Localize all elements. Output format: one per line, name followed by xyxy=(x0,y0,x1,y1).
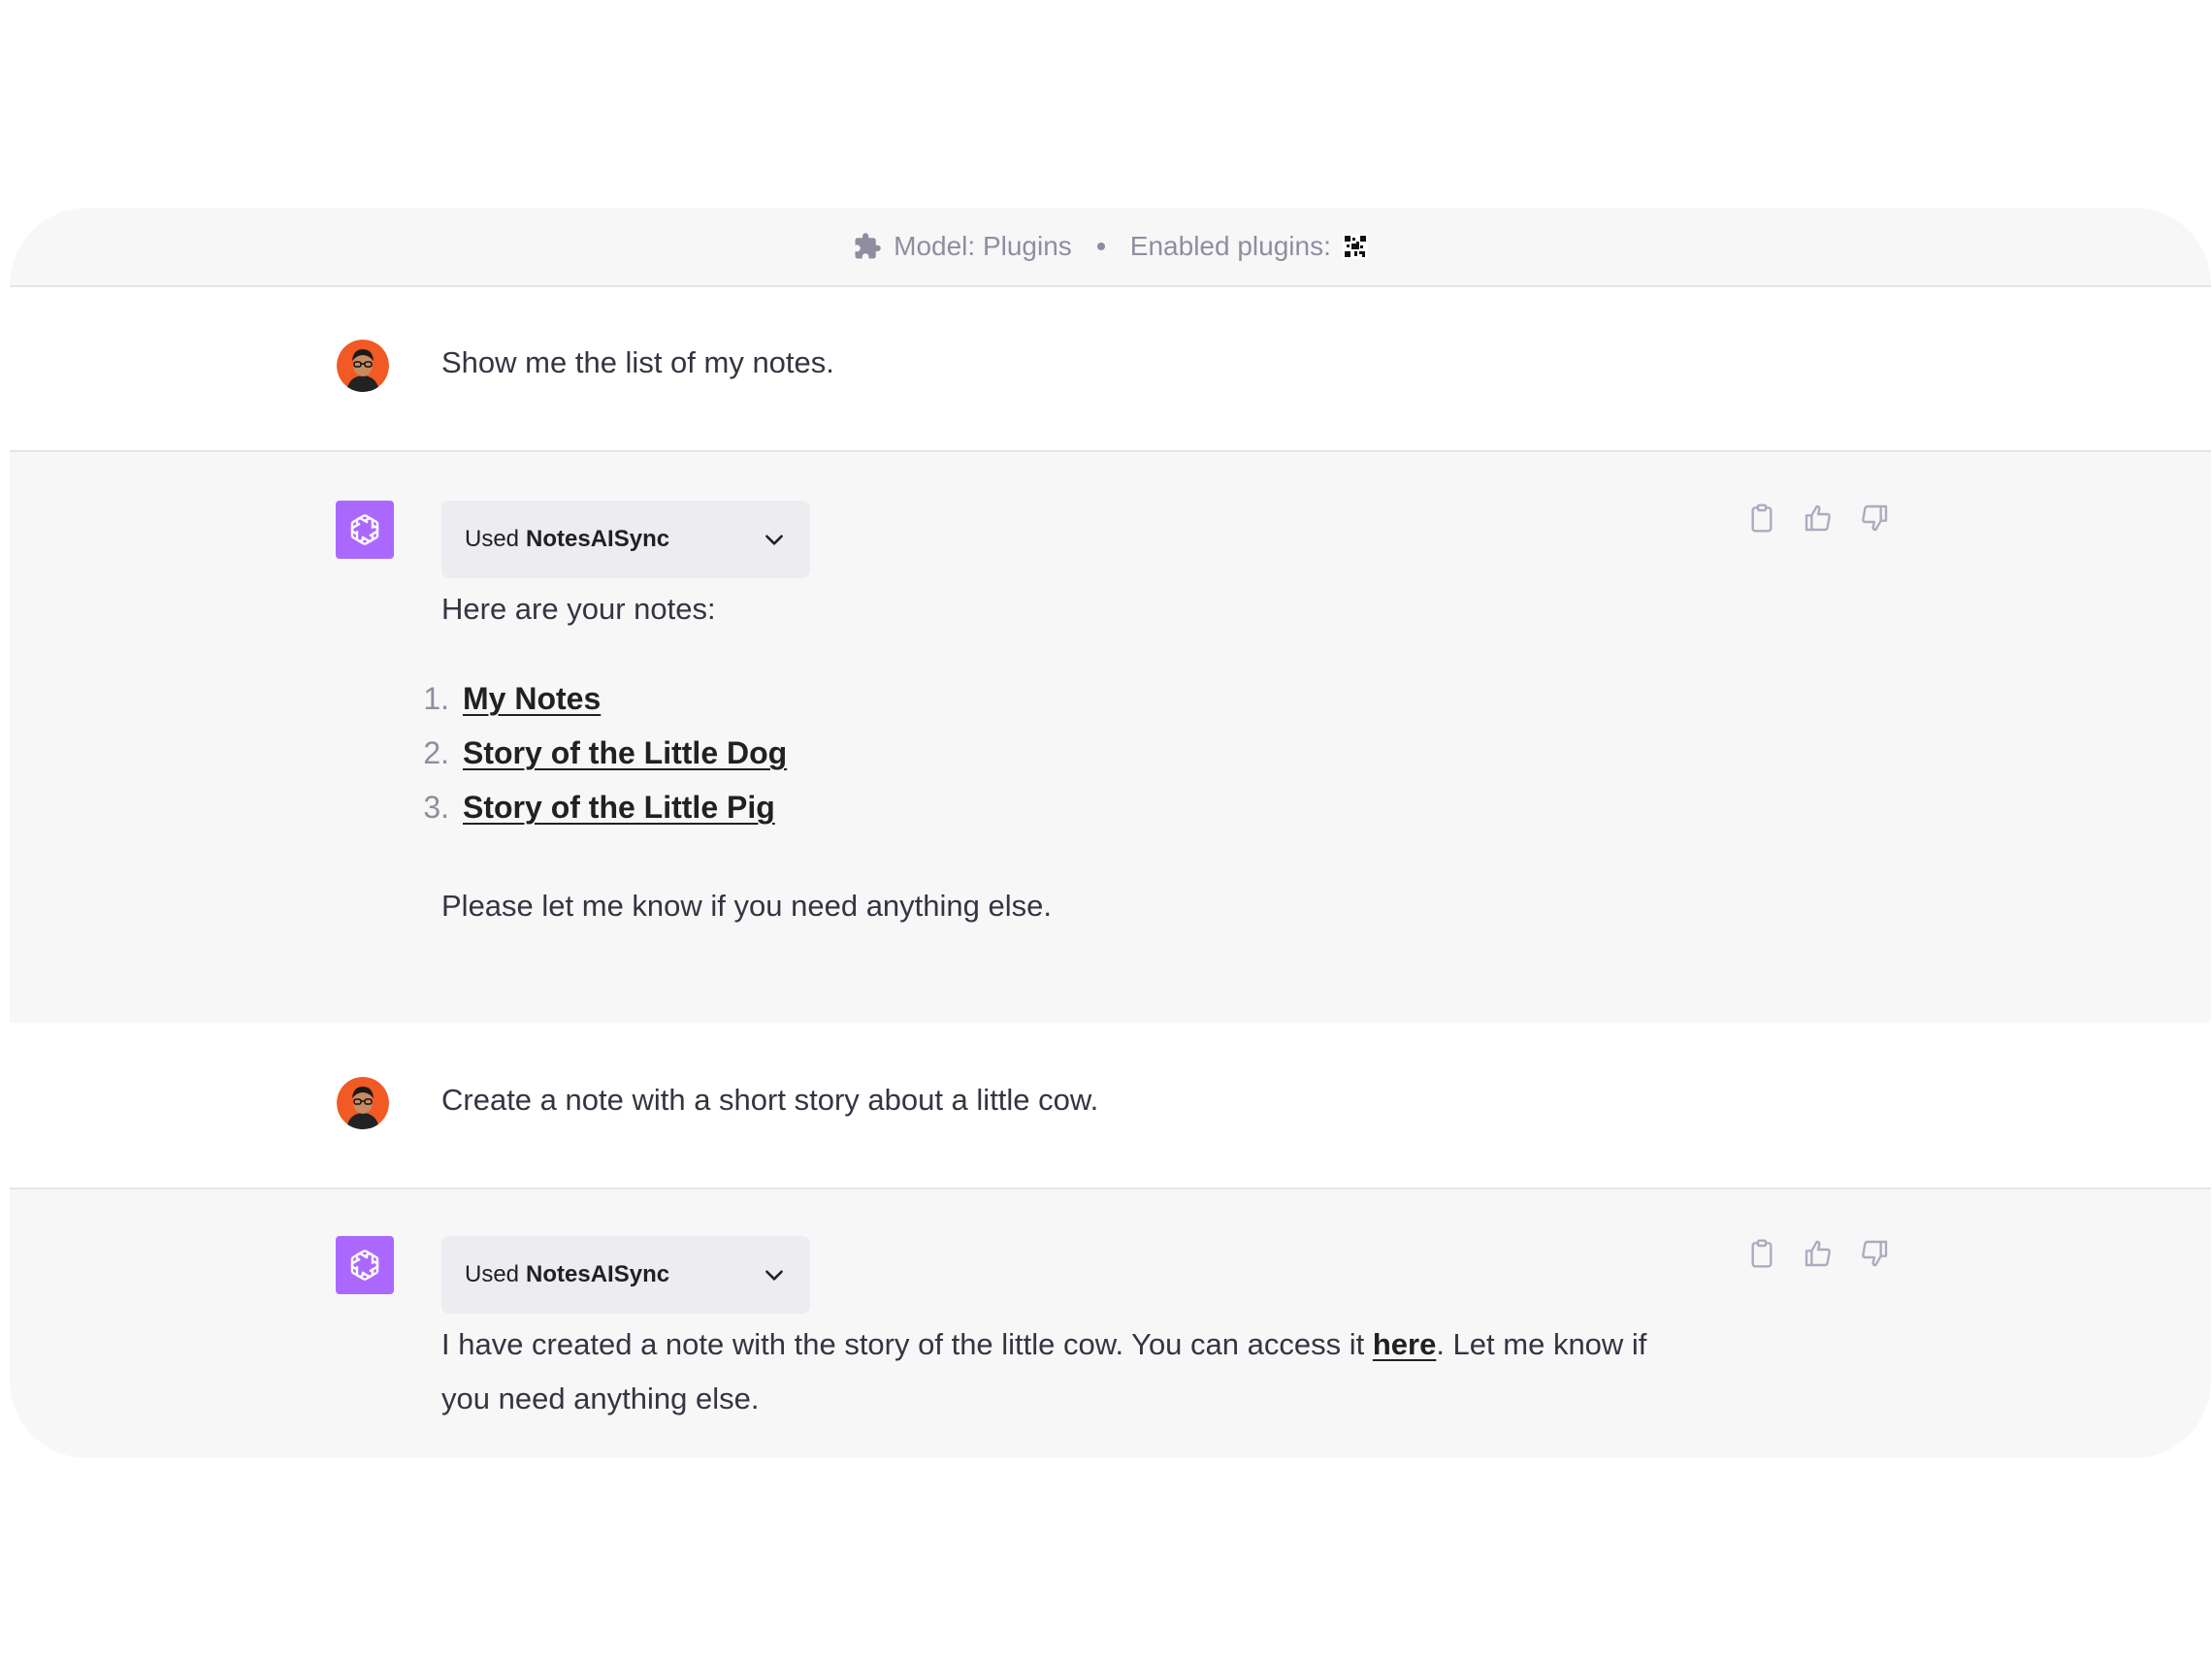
list-item-number: 2. xyxy=(423,735,449,770)
plugin-used-dropdown[interactable]: Used NotesAISync xyxy=(441,501,810,578)
model-header: Model: Plugins Enabled plugins: xyxy=(10,208,2211,287)
plugin-name: NotesAISync xyxy=(526,526,670,552)
model-label: Model: Plugins xyxy=(894,231,1072,261)
assistant-avatar xyxy=(336,1236,394,1294)
thumbs-up-icon[interactable] xyxy=(1803,503,1834,534)
assistant-message-row: Used NotesAISync Here are your notes: 1.… xyxy=(10,450,2211,1026)
message-actions xyxy=(1746,1238,1890,1269)
assistant-outro-text: Please let me know if you need anything … xyxy=(441,889,1052,923)
user-message-text: Create a note with a short story about a… xyxy=(441,1083,1099,1117)
list-item: 2. Story of the Little Dog xyxy=(398,726,787,780)
message-actions xyxy=(1746,503,1890,534)
note-link-my-notes[interactable]: My Notes xyxy=(463,671,601,726)
assistant-response-text: I have created a note with the story of … xyxy=(441,1317,1703,1426)
user-avatar xyxy=(337,340,389,392)
thumbs-down-icon[interactable] xyxy=(1859,1238,1890,1269)
thumbs-down-icon[interactable] xyxy=(1859,503,1890,534)
plugin-name: NotesAISync xyxy=(526,1261,670,1287)
plugin-used-dropdown[interactable]: Used NotesAISync xyxy=(441,1236,810,1314)
list-item-number: 1. xyxy=(423,681,449,716)
thumbs-up-icon[interactable] xyxy=(1803,1238,1834,1269)
notes-list: 1. My Notes 2. Story of the Little Dog 3… xyxy=(398,671,787,834)
list-item-number: 3. xyxy=(423,790,449,825)
chevron-down-icon xyxy=(765,535,783,545)
note-link-little-pig[interactable]: Story of the Little Pig xyxy=(463,780,775,834)
response-text-before-link: I have created a note with the story of … xyxy=(441,1327,1373,1361)
openai-logo-icon xyxy=(350,1249,379,1282)
user-message-row: Show me the list of my notes. xyxy=(10,287,2211,450)
assistant-avatar xyxy=(336,501,394,559)
list-item: 1. My Notes xyxy=(398,671,787,726)
assistant-message-row: Used NotesAISync I have created a note w… xyxy=(10,1187,2211,1458)
note-link-little-dog[interactable]: Story of the Little Dog xyxy=(463,726,787,780)
plugin-used-label: Used xyxy=(465,1261,520,1287)
user-message-text: Show me the list of my notes. xyxy=(441,345,834,379)
user-message-row: Create a note with a short story about a… xyxy=(10,1023,2211,1187)
list-item: 3. Story of the Little Pig xyxy=(398,780,787,834)
notesaisync-plugin-icon[interactable] xyxy=(1342,234,1368,259)
copy-icon[interactable] xyxy=(1746,503,1777,534)
chevron-down-icon xyxy=(765,1270,783,1281)
assistant-intro-text: Here are your notes: xyxy=(441,592,716,626)
user-avatar xyxy=(337,1077,389,1129)
response-text-after-link: . Let me know if xyxy=(1436,1327,1647,1361)
note-here-link[interactable]: here xyxy=(1373,1327,1436,1361)
chat-card: Model: Plugins Enabled plugins: Show me … xyxy=(10,208,2211,1458)
copy-icon[interactable] xyxy=(1746,1238,1777,1269)
plugin-used-label: Used xyxy=(465,526,520,552)
response-text-line2: you need anything else. xyxy=(441,1382,760,1415)
enabled-plugins-label: Enabled plugins: xyxy=(1129,231,1331,261)
puzzle-icon xyxy=(855,233,881,259)
openai-logo-icon xyxy=(350,513,379,546)
separator-dot xyxy=(1096,243,1105,250)
